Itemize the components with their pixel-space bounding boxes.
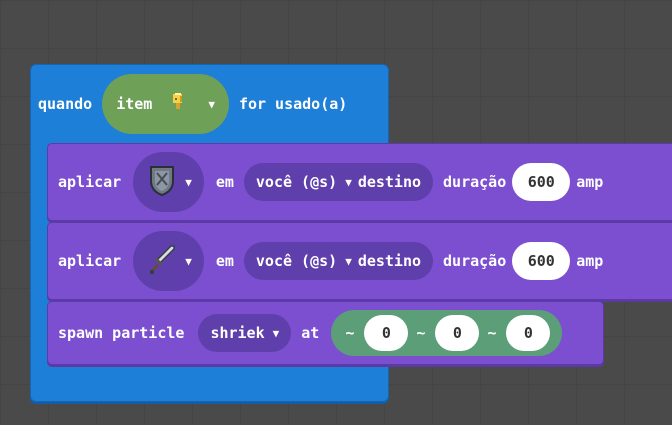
chevron-down-icon: ▼ — [185, 175, 192, 189]
when-label: quando — [38, 95, 93, 113]
x-input[interactable]: 0 — [364, 315, 409, 351]
amp-label: amp — [576, 173, 604, 191]
apply-effect-block-1[interactable]: aplicar ▼ em você (@s) ▼ destino duração… — [47, 143, 672, 221]
duration-label: duração — [443, 252, 507, 270]
relative-z-tilde: ~ — [487, 324, 497, 342]
yellow-item-icon — [170, 92, 186, 116]
apply-label: aplicar — [58, 173, 122, 191]
duration-input[interactable]: 600 — [512, 242, 571, 280]
effect-selector[interactable]: ▼ — [133, 231, 204, 291]
chevron-down-icon: ▼ — [345, 175, 352, 189]
duration-label: duração — [443, 173, 507, 191]
particle-type-value: shriek — [210, 324, 265, 342]
relative-x-tilde: ~ — [345, 324, 355, 342]
chevron-down-icon: ▼ — [208, 97, 215, 111]
z-input[interactable]: 0 — [506, 315, 551, 351]
used-label: for usado(a) — [238, 95, 348, 113]
spawn-particle-label: spawn particle — [58, 324, 185, 342]
duration-input[interactable]: 600 — [512, 163, 571, 201]
spawn-particle-block[interactable]: spawn particle shriek ▼ at ~ 0 ~ 0 ~ 0 — [47, 301, 604, 365]
shield-icon — [147, 163, 177, 201]
in-label: em — [215, 173, 234, 191]
target-selector[interactable]: você (@s) ▼ destino — [243, 163, 434, 201]
relative-y-tilde: ~ — [416, 324, 426, 342]
chevron-down-icon: ▼ — [345, 254, 352, 268]
event-header: quando item ▼ for usado(a) — [38, 74, 347, 134]
amp-label: amp — [576, 252, 604, 270]
target-selector[interactable]: você (@s) ▼ destino — [243, 242, 434, 280]
item-selector[interactable]: item ▼ — [102, 74, 229, 134]
in-label: em — [215, 252, 234, 270]
particle-type-selector[interactable]: shriek ▼ — [198, 314, 292, 352]
destination-label: destino — [357, 173, 422, 191]
chevron-down-icon: ▼ — [185, 254, 192, 268]
position-vector[interactable]: ~ 0 ~ 0 ~ 0 — [331, 310, 563, 356]
chevron-down-icon: ▼ — [272, 326, 280, 340]
effect-selector[interactable]: ▼ — [133, 152, 204, 212]
sword-icon — [147, 242, 177, 280]
at-label: at — [301, 324, 320, 342]
apply-label: aplicar — [58, 252, 122, 270]
target-value: você (@s) — [255, 252, 338, 270]
y-input[interactable]: 0 — [435, 315, 480, 351]
apply-effect-block-2[interactable]: aplicar ▼ em você (@s) ▼ destino duração… — [47, 222, 672, 300]
target-value: você (@s) — [255, 173, 338, 191]
item-label: item — [116, 95, 153, 113]
destination-label: destino — [357, 252, 422, 270]
